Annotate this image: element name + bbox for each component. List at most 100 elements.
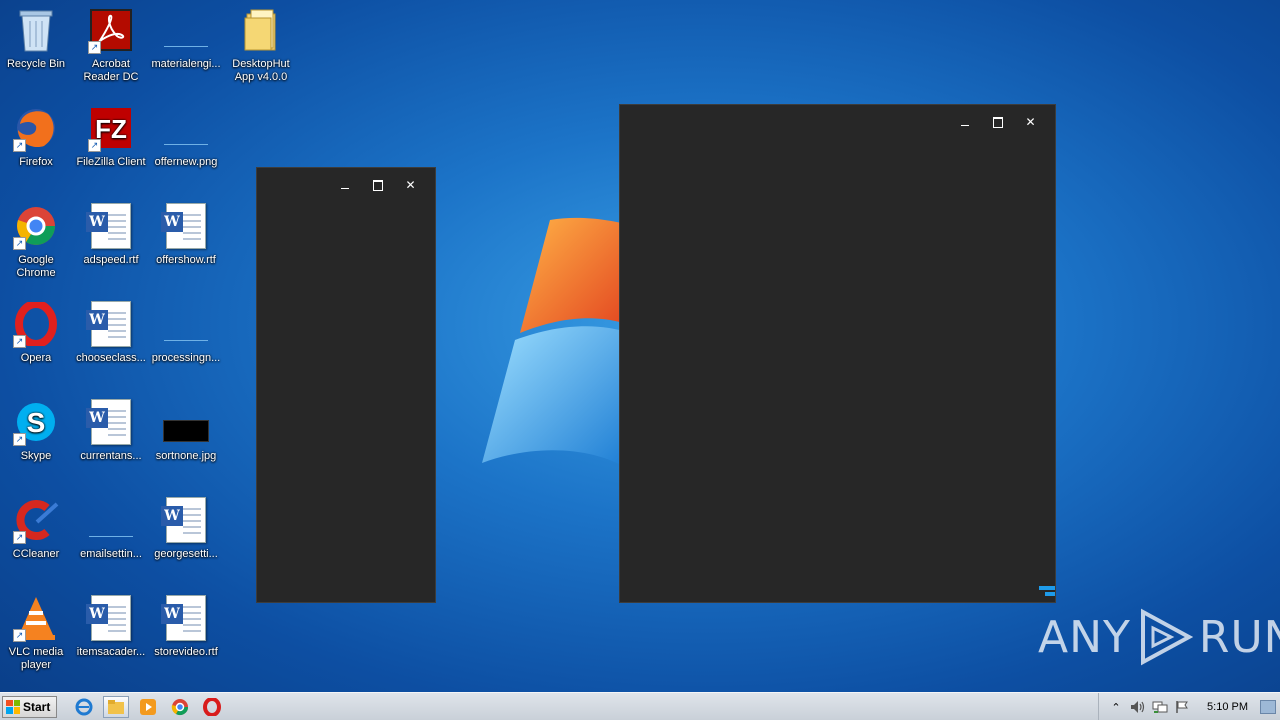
anyrun-watermark: ANY RUN	[1038, 608, 1280, 666]
desktop-icon-label: chooseclass...	[76, 352, 146, 364]
desktop-icon[interactable]: Witemsacader...	[75, 594, 147, 659]
shortcut-arrow-icon: ↗	[88, 41, 101, 54]
desktop-icon-label: Firefox	[19, 156, 53, 168]
desktop-icon[interactable]: ↗ Google Chrome	[0, 202, 72, 280]
image-file-icon	[87, 496, 135, 544]
media-player-icon[interactable]	[135, 696, 161, 718]
opera-icon: ↗	[12, 300, 60, 348]
recycle-bin-icon	[12, 6, 60, 54]
windows-flag-icon	[6, 699, 20, 714]
image-file-icon	[162, 6, 210, 54]
svg-text:S: S	[27, 407, 46, 438]
shortcut-arrow-icon: ↗	[13, 237, 26, 250]
word-doc-icon: W	[161, 496, 210, 544]
close-button[interactable]: ✕	[1014, 113, 1047, 131]
word-doc-icon: W	[86, 300, 135, 348]
desktop-icon[interactable]: ↗ VLC media player	[0, 594, 72, 672]
word-doc-icon: W	[161, 202, 210, 250]
desktop-icon[interactable]: FZ ↗ FileZilla Client	[75, 104, 147, 169]
small-dark-window[interactable]: ✕	[256, 167, 436, 603]
image-file-icon	[162, 398, 210, 446]
desktop-icon-label: FileZilla Client	[76, 156, 146, 168]
desktop-icon-label: materialengi...	[151, 58, 221, 70]
acrobat-icon: ↗	[87, 6, 135, 54]
image-file-icon	[162, 104, 210, 152]
desktop-icon[interactable]: ↗ CCleaner	[0, 496, 72, 561]
watermark-text-left: ANY	[1038, 611, 1131, 663]
folder-icon	[237, 6, 285, 54]
desktop-icon-label: currentans...	[80, 450, 142, 462]
desktop-icon-label: Skype	[20, 450, 52, 462]
chrome-icon[interactable]	[167, 696, 193, 718]
desktop-icon[interactable]: processingn...	[150, 300, 222, 365]
desktop-icon-label: Opera	[20, 352, 52, 364]
large-dark-window[interactable]: ✕	[619, 104, 1056, 603]
word-doc-icon: W	[161, 594, 210, 642]
maximize-button[interactable]	[981, 113, 1014, 131]
window-controls: ✕	[948, 113, 1047, 131]
resize-grip[interactable]	[1039, 586, 1055, 600]
word-doc-icon: W	[86, 594, 135, 642]
show-desktop-button[interactable]	[1260, 700, 1276, 714]
minimize-button[interactable]	[328, 176, 361, 194]
desktop-icon[interactable]: ↗ Firefox	[0, 104, 72, 169]
shortcut-arrow-icon: ↗	[13, 629, 26, 642]
desktop-icon-label: adspeed.rtf	[83, 254, 139, 266]
shortcut-arrow-icon: ↗	[13, 335, 26, 348]
chrome-icon: ↗	[12, 202, 60, 250]
show-hidden-icons-button[interactable]: ⌃	[1107, 699, 1125, 715]
skype-icon: S ↗	[12, 398, 60, 446]
maximize-button[interactable]	[361, 176, 394, 194]
taskbar: Start ⌃ 5:10 PM	[0, 692, 1280, 720]
play-triangle-icon	[1140, 608, 1193, 666]
desktop-icon[interactable]: Wadspeed.rtf	[75, 202, 147, 267]
desktop-icon[interactable]: ↗ Acrobat Reader DC	[75, 6, 147, 84]
vlc-icon: ↗	[12, 594, 60, 642]
desktop-icon-label: processingn...	[151, 352, 221, 364]
desktop-icon-label: CCleaner	[12, 548, 60, 560]
desktop-icon[interactable]: materialengi...	[150, 6, 222, 71]
shortcut-arrow-icon: ↗	[13, 433, 26, 446]
start-button[interactable]: Start	[2, 695, 58, 718]
desktop-icon-label: itemsacader...	[76, 646, 146, 658]
desktop-icon[interactable]: Wchooseclass...	[75, 300, 147, 365]
close-button[interactable]: ✕	[394, 176, 427, 194]
desktop-icon-label: DesktopHut App v4.0.0	[232, 58, 290, 83]
desktop-icon-label: Google Chrome	[16, 254, 56, 279]
desktop-icon[interactable]: ↗ Opera	[0, 300, 72, 365]
desktop-icon-label: sortnone.jpg	[155, 450, 217, 462]
desktop-icon[interactable]: offernew.png	[150, 104, 222, 169]
minimize-button[interactable]	[948, 113, 981, 131]
desktop-icon[interactable]: emailsettin...	[75, 496, 147, 561]
firefox-icon: ↗	[12, 104, 60, 152]
desktop-icon[interactable]: Woffershow.rtf	[150, 202, 222, 267]
window-controls: ✕	[328, 176, 427, 194]
desktop-icon-label: georgesetti...	[154, 548, 218, 560]
desktop-icon[interactable]: DesktopHut App v4.0.0	[225, 6, 297, 84]
desktop-icon-label: Acrobat Reader DC	[83, 58, 139, 83]
volume-icon[interactable]	[1129, 699, 1147, 715]
action-center-flag-icon[interactable]	[1173, 699, 1191, 715]
shortcut-arrow-icon: ↗	[13, 139, 26, 152]
clock[interactable]: 5:10 PM	[1207, 701, 1248, 713]
shortcut-arrow-icon: ↗	[88, 139, 101, 152]
watermark-text-right: RUN	[1198, 611, 1280, 663]
desktop-icon[interactable]: Recycle Bin	[0, 6, 72, 71]
windows-logo-wallpaper	[482, 217, 630, 470]
network-icon[interactable]	[1151, 699, 1169, 715]
desktop-icon[interactable]: Wcurrentans...	[75, 398, 147, 463]
system-tray: ⌃ 5:10 PM	[1098, 693, 1280, 720]
desktop-icon-label: emailsettin...	[80, 548, 142, 560]
ccleaner-icon: ↗	[12, 496, 60, 544]
desktop-icon-label: VLC media player	[8, 646, 64, 671]
internet-explorer-icon[interactable]	[71, 696, 97, 718]
opera-icon[interactable]	[199, 696, 225, 718]
desktop-icon[interactable]: S ↗ Skype	[0, 398, 72, 463]
filezilla-icon: FZ ↗	[87, 104, 135, 152]
word-doc-icon: W	[86, 202, 135, 250]
explorer-folder-icon[interactable]	[103, 695, 130, 718]
desktop-icon[interactable]: Wstorevideo.rtf	[150, 594, 222, 659]
desktop-icon[interactable]: Wgeorgesetti...	[150, 496, 222, 561]
desktop-icon[interactable]: sortnone.jpg	[150, 398, 222, 463]
start-label: Start	[23, 699, 51, 714]
